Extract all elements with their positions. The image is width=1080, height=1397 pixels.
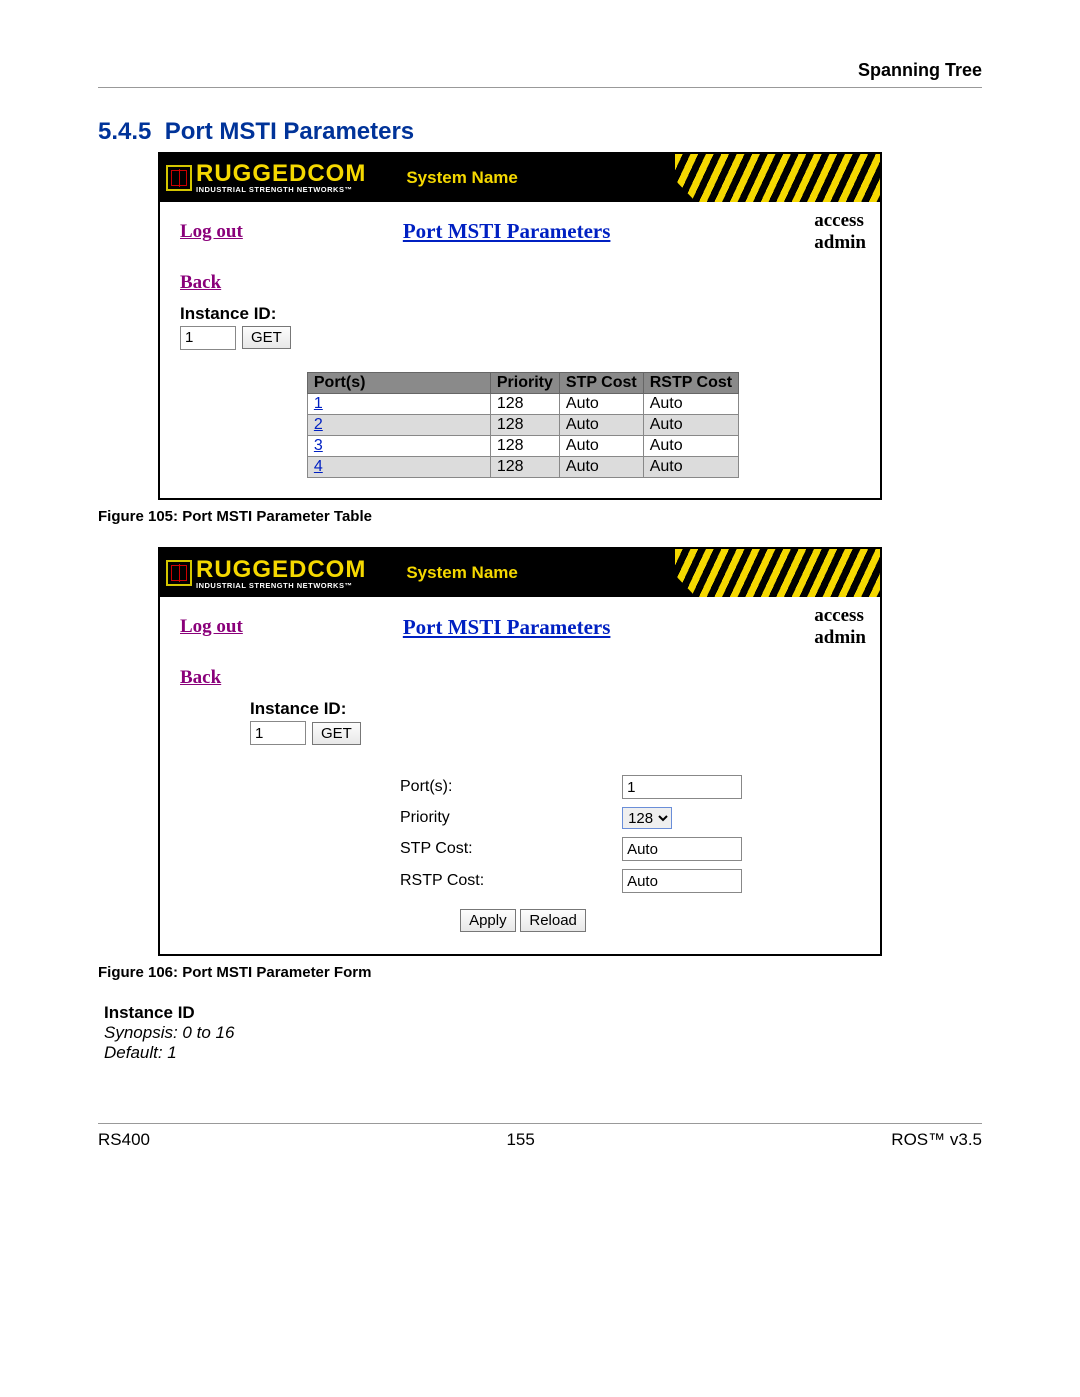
table-row: 2 128 Auto Auto [307,415,738,436]
table-row: 3 128 Auto Auto [307,436,738,457]
col-rstp: RSTP Cost [643,372,738,394]
ports-input[interactable] [622,775,742,799]
cell-rstp: Auto [643,394,738,415]
get-button[interactable]: GET [242,326,291,349]
panel-header: RUGGEDCOM INDUSTRIAL STRENGTH NETWORKS™ … [160,549,880,597]
port-link[interactable]: 2 [314,416,323,433]
access-info: access admin [814,210,866,254]
back-link[interactable]: Back [180,272,221,294]
back-link[interactable]: Back [180,667,221,689]
brand-logo: RUGGEDCOM INDUSTRIAL STRENGTH NETWORKS™ [160,154,366,202]
figure-106-panel: RUGGEDCOM INDUSTRIAL STRENGTH NETWORKS™ … [158,547,882,956]
instance-id-input[interactable] [180,326,236,350]
cell-rstp: Auto [643,457,738,478]
brand-icon [166,560,192,586]
footer-left: RS400 [98,1130,150,1150]
access-info: access admin [814,605,866,649]
instance-id-label: Instance ID: [250,699,866,719]
msti-table: Port(s) Priority STP Cost RSTP Cost 1 12… [307,372,739,479]
figure-105-panel: RUGGEDCOM INDUSTRIAL STRENGTH NETWORKS™ … [158,152,882,500]
parameter-default: Default: 1 [104,1043,982,1063]
priority-label: Priority [400,809,608,827]
system-name-label: System Name [406,168,518,188]
port-link[interactable]: 4 [314,458,323,475]
section-name: Port MSTI Parameters [165,118,414,145]
access-line: access [814,605,866,627]
cell-stp: Auto [559,415,643,436]
brand-name: RUGGEDCOM [196,162,366,186]
figure-106-caption: Figure 106: Port MSTI Parameter Form [98,964,982,981]
parameter-block: Instance ID Synopsis: 0 to 16 Default: 1 [104,1003,982,1063]
ports-label: Port(s): [400,778,608,796]
cell-rstp: Auto [643,415,738,436]
col-ports: Port(s) [307,372,490,394]
brand-logo: RUGGEDCOM INDUSTRIAL STRENGTH NETWORKS™ [160,549,366,597]
access-role: admin [814,627,866,649]
cell-priority: 128 [490,415,559,436]
access-role: admin [814,232,866,254]
table-row: 4 128 Auto Auto [307,457,738,478]
reload-button[interactable]: Reload [520,909,586,932]
panel-header: RUGGEDCOM INDUSTRIAL STRENGTH NETWORKS™ … [160,154,880,202]
header-stripe [650,549,880,597]
cell-priority: 128 [490,457,559,478]
cell-stp: Auto [559,457,643,478]
page-title-link[interactable]: Port MSTI Parameters [403,615,611,640]
parameter-name: Instance ID [104,1003,982,1023]
footer-center: 155 [506,1130,534,1150]
rstp-cost-input[interactable] [622,869,742,893]
port-link[interactable]: 3 [314,437,323,454]
instance-id-label: Instance ID: [180,304,866,324]
logout-link[interactable]: Log out [180,616,243,638]
brand-tagline: INDUSTRIAL STRENGTH NETWORKS™ [196,186,366,194]
msti-form: Port(s): Priority 128 STP Cost: RSTP Cos… [400,775,866,893]
cell-rstp: Auto [643,436,738,457]
page-footer: RS400 155 ROS™ v3.5 [98,1123,982,1150]
rstp-cost-label: RSTP Cost: [400,872,608,890]
section-title: 5.4.5 Port MSTI Parameters [98,118,982,146]
access-line: access [814,210,866,232]
stp-cost-input[interactable] [622,837,742,861]
section-number: 5.4.5 [98,118,151,145]
cell-stp: Auto [559,436,643,457]
chapter-header: Spanning Tree [98,60,982,88]
stp-cost-label: STP Cost: [400,840,608,858]
instance-id-input[interactable] [250,721,306,745]
brand-tagline: INDUSTRIAL STRENGTH NETWORKS™ [196,582,366,590]
apply-button[interactable]: Apply [460,909,516,932]
get-button[interactable]: GET [312,722,361,745]
cell-priority: 128 [490,394,559,415]
brand-icon [166,165,192,191]
system-name-label: System Name [406,563,518,583]
header-stripe [650,154,880,202]
figure-105-caption: Figure 105: Port MSTI Parameter Table [98,508,982,525]
port-link[interactable]: 1 [314,395,323,412]
page-title-link[interactable]: Port MSTI Parameters [403,219,611,244]
cell-stp: Auto [559,394,643,415]
priority-select[interactable]: 128 [622,807,672,829]
brand-name: RUGGEDCOM [196,558,366,582]
footer-right: ROS™ v3.5 [891,1130,982,1150]
parameter-synopsis: Synopsis: 0 to 16 [104,1023,982,1043]
logout-link[interactable]: Log out [180,221,243,243]
col-priority: Priority [490,372,559,394]
col-stp: STP Cost [559,372,643,394]
cell-priority: 128 [490,436,559,457]
table-row: 1 128 Auto Auto [307,394,738,415]
